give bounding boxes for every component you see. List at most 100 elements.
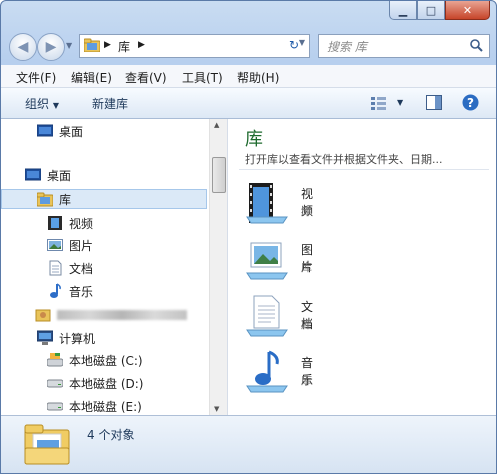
menu-bar: 文件(F) 编辑(E) 查看(V) 工具(T) 帮助(H) [1,65,496,88]
forward-button[interactable]: ▶ [37,33,65,61]
menu-tools[interactable]: 工具(T) [182,69,223,86]
music-note-icon [50,283,61,298]
forward-arrow-icon: ▶ [45,39,57,55]
close-button[interactable]: ✕ [445,1,490,20]
video-icon [48,216,62,230]
help-icon[interactable]: ? [462,94,479,111]
nav-label: 桌面 [47,168,72,183]
scroll-thumb[interactable] [212,157,226,193]
chevron-down-icon: ▼ [52,101,59,110]
preview-pane-icon[interactable] [426,95,442,110]
navigation-scrollbar[interactable]: ▲ ▼ [209,119,227,415]
minimize-icon: ▁ [398,3,408,17]
refresh-button[interactable]: ↻ [289,38,299,52]
drive-icon [47,402,63,411]
command-bar: 组织 ▼ 新建库 ▼ ? [1,88,496,119]
nav-label: 库 [59,192,72,207]
chevron-down-icon: ▼ [66,41,73,50]
nav-item-documents[interactable]: 文档 [47,258,93,278]
pictures-library-icon [246,242,288,280]
back-arrow-icon: ◀ [17,39,29,55]
content-pane: 库 打开库以查看文件并根据文件夹、日期... 视频 库 图片 库 文档 库 音乐… [231,119,496,415]
search-input[interactable]: 搜索 库 [327,38,367,55]
library-item-type: 库 [301,261,312,274]
menu-view[interactable]: 查看(V) [125,69,167,86]
explorer-window: ▁ □ ✕ ◀ ▶ ▼ ▶ 库 ▶ ▼ ↻ 搜索 库 文件(F) 编辑(E) 查… [0,0,497,474]
nav-label: 音乐 [69,284,94,299]
maximize-icon: □ [425,3,437,17]
page-title: 库 [245,129,263,150]
title-bar: ▁ □ ✕ [1,1,496,25]
user-folder-icon [35,309,51,322]
scroll-up-icon[interactable]: ▲ [214,121,219,129]
library-folder-icon [84,38,100,52]
back-button[interactable]: ◀ [9,33,37,61]
nav-label: 计算机 [59,331,96,346]
navigation-pane: 桌面 桌面 库 视频 图片 文档 音乐 计算机 本地磁盘 (C:) 本地磁盘 (… [1,119,209,415]
nav-label: 本地磁盘 (E:) [69,399,142,414]
maximize-button[interactable]: □ [417,1,445,20]
breadcrumb-libraries[interactable]: 库 [118,38,130,55]
nav-item-videos[interactable]: 视频 [47,213,93,233]
title-divider [239,169,489,170]
nav-label: 文档 [69,261,94,276]
library-item-type: 库 [301,318,312,331]
scroll-down-icon[interactable]: ▼ [214,405,219,413]
view-options-icon[interactable] [371,96,387,110]
nav-item-drive-d[interactable]: 本地磁盘 (D:) [47,373,143,393]
breadcrumb-separator[interactable]: ▶ [104,40,111,50]
nav-item-drive-c[interactable]: 本地磁盘 (C:) [47,350,143,370]
nav-label: 本地磁盘 (D:) [69,376,144,391]
documents-library-icon [246,295,288,337]
menu-edit[interactable]: 编辑(E) [71,69,112,86]
music-library-icon [246,350,288,393]
nav-label: 桌面 [59,124,84,139]
nav-label: 本地磁盘 (C:) [69,353,143,368]
library-folder-icon [24,424,70,465]
nav-item-pictures[interactable]: 图片 [47,235,93,255]
refresh-icon: ↻ [289,38,300,52]
video-library-icon [246,183,288,224]
minimize-button[interactable]: ▁ [389,1,417,20]
recent-pages-dropdown[interactable]: ▼ [66,41,72,50]
nav-item-libraries[interactable]: 库 [1,189,207,209]
close-icon: ✕ [462,3,473,17]
desktop-icon [37,124,53,137]
chevron-down-icon: ▼ [397,98,404,107]
blurred-user-name [57,310,187,320]
page-description: 打开库以查看文件并根据文件夹、日期... [245,153,443,166]
nav-item-desktop-top[interactable]: 桌面 [37,121,83,141]
new-library-button[interactable]: 新建库 [92,95,128,112]
item-count: 4 个对象 [87,428,135,442]
nav-label: 视频 [69,216,94,231]
details-pane: 4 个对象 [1,415,496,473]
desktop-icon [25,168,41,181]
svg-text:?: ? [467,96,474,110]
library-item-type: 库 [301,205,312,218]
nav-item-drive-e[interactable]: 本地磁盘 (E:) [47,396,142,415]
organize-label: 组织 [25,97,50,111]
nav-item-desktop[interactable]: 桌面 [25,165,71,185]
picture-icon [47,239,63,251]
search-box[interactable]: 搜索 库 [318,34,490,58]
chevron-down-icon: ▼ [298,38,305,47]
computer-icon [37,330,53,345]
menu-file[interactable]: 文件(F) [16,69,56,86]
address-row: ◀ ▶ ▼ ▶ 库 ▶ ▼ ↻ 搜索 库 [1,29,496,61]
view-dropdown[interactable]: ▼ [397,98,403,107]
document-icon [49,260,62,276]
system-drive-icon [47,353,63,367]
library-item-type: 库 [301,374,312,387]
nav-item-music[interactable]: 音乐 [47,281,93,301]
nav-item-homegroup[interactable] [35,305,187,325]
nav-item-computer[interactable]: 计算机 [37,328,95,348]
nav-label: 图片 [69,238,94,253]
address-bar[interactable]: ▶ 库 ▶ ▼ [79,34,310,58]
drive-icon [47,379,63,388]
menu-help[interactable]: 帮助(H) [237,69,279,86]
search-icon[interactable] [470,39,483,52]
address-dropdown[interactable]: ▼ [299,38,305,47]
library-folder-icon [37,192,53,207]
organize-button[interactable]: 组织 ▼ [25,95,59,112]
breadcrumb-separator[interactable]: ▶ [138,40,145,50]
